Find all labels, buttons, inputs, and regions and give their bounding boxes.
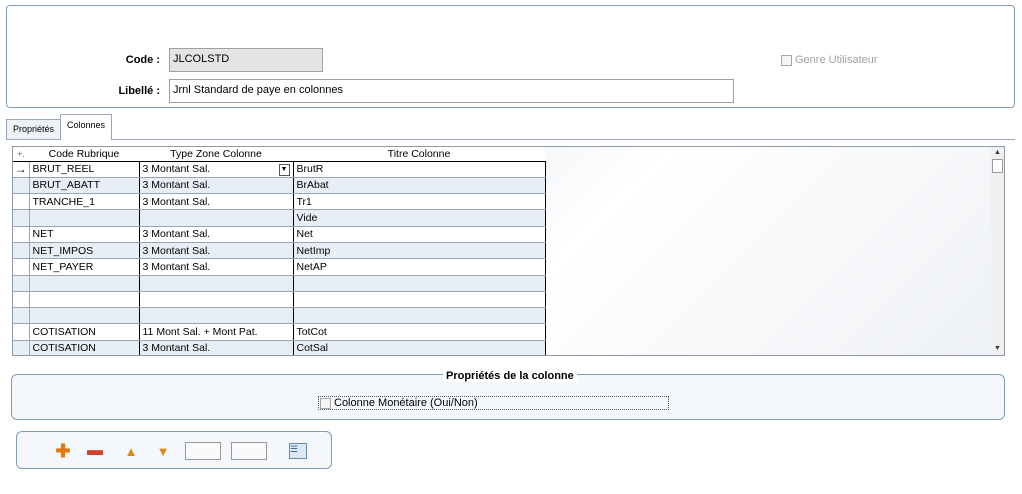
libelle-field[interactable]: Jrnl Standard de paye en colonnes [169,79,734,103]
cell-type[interactable]: 3 Montant Sal. [139,242,294,260]
table-row[interactable]: COTISATION 11 Mont Sal. + Mont Pat. TotC… [13,323,546,341]
cell-type-value: 3 Montant Sal. [142,162,211,175]
scroll-down-icon[interactable]: ▼ [991,343,1004,355]
cell-titre[interactable]: Tr1 [293,193,546,211]
table-row[interactable]: Vide [13,209,546,227]
cell-titre[interactable]: NetImp [293,242,546,260]
cell-code[interactable] [29,209,140,227]
colonne-monetaire-checkbox[interactable]: Colonne Monétaire (Oui/Non) [318,396,669,410]
column-header-code[interactable]: Code Rubrique [29,147,139,162]
cell-titre[interactable] [293,275,546,292]
edit-icon [231,442,267,460]
cell-type[interactable] [139,307,294,325]
libelle-label: Libellé : [118,85,160,97]
cell-titre[interactable]: BrutR [293,161,546,178]
genre-utilisateur-checkbox[interactable]: Genre Utilisateur [781,54,878,66]
row-indicator[interactable] [13,275,30,292]
tab-strip: Propriétés Colonnes [6,114,113,140]
row-indicator[interactable] [13,340,30,355]
cell-type[interactable]: 3 Montant Sal. [139,177,294,195]
cell-type[interactable] [139,209,294,227]
current-row-arrow-icon: → [13,161,30,178]
cell-type[interactable]: 3 Montant Sal. [139,193,294,211]
copy-button[interactable] [185,440,221,462]
cell-titre[interactable] [293,291,546,309]
genre-checkbox-box[interactable] [781,54,792,66]
code-field[interactable]: JLCOLSTD [169,48,323,72]
table-row[interactable]: BRUT_ABATT 3 Montant Sal. BrAbat [13,177,546,195]
row-indicator[interactable] [13,193,30,211]
cell-type[interactable] [139,291,294,309]
table-row[interactable] [13,275,546,292]
cell-type[interactable]: 11 Mont Sal. + Mont Pat. [139,323,294,341]
column-header-type[interactable]: Type Zone Colonne [139,147,293,162]
row-indicator[interactable] [13,242,30,260]
grid-vertical-scrollbar[interactable]: ▲ ▼ [991,147,1004,355]
move-up-icon[interactable]: ▲ [123,440,139,462]
scroll-thumb[interactable] [992,159,1003,173]
cell-code[interactable]: TRANCHE_1 [29,193,140,211]
genre-checkbox-label: Genre Utilisateur [795,54,878,66]
column-header-titre[interactable]: Titre Colonne [293,147,545,162]
cell-code[interactable]: BRUT_ABATT [29,177,140,195]
cell-titre[interactable]: NetAP [293,258,546,276]
table-row[interactable] [13,307,546,325]
monetaire-checkbox-box[interactable] [320,397,331,409]
row-indicator[interactable] [13,323,30,341]
row-indicator[interactable] [13,258,30,276]
row-indicator[interactable] [13,226,30,243]
table-row[interactable] [13,291,546,309]
scroll-up-icon[interactable]: ▲ [991,147,1004,159]
cell-code[interactable]: NET_PAYER [29,258,140,276]
cell-code[interactable] [29,307,140,325]
table-row[interactable]: NET 3 Montant Sal. Net [13,226,546,243]
add-row-icon[interactable]: +. [13,147,29,162]
table-row[interactable]: COTISATION 3 Montant Sal. CotSal [13,340,546,355]
code-label: Code : [125,54,160,66]
copy-icon [185,442,221,460]
cell-titre[interactable]: TotCot [293,323,546,341]
table-row[interactable]: TRANCHE_1 3 Montant Sal. Tr1 [13,193,546,211]
cell-type[interactable]: 3 Montant Sal. ▼ [139,161,294,178]
cell-type[interactable]: 3 Montant Sal. [139,226,294,243]
table-row[interactable]: NET_IMPOS 3 Montant Sal. NetImp [13,242,546,260]
cell-code[interactable]: COTISATION [29,340,140,355]
cell-code[interactable] [29,275,140,292]
cell-type[interactable]: 3 Montant Sal. [139,258,294,276]
cell-titre[interactable] [293,307,546,325]
dropdown-arrow-icon[interactable]: ▼ [278,163,290,176]
table-row[interactable]: → BRUT_REEL 3 Montant Sal. ▼ BrutR [13,161,546,178]
cell-code[interactable]: COTISATION [29,323,140,341]
row-indicator[interactable] [13,209,30,227]
remove-icon[interactable]: ▬ [87,440,103,462]
column-properties-title: Propriétés de la colonne [443,370,577,382]
row-indicator[interactable] [13,177,30,195]
cell-code[interactable]: BRUT_REEL [29,161,140,178]
columns-table: +. Code Rubrique Type Zone Colonne Titre… [13,147,546,355]
table-row[interactable]: NET_PAYER 3 Montant Sal. NetAP [13,258,546,276]
cell-titre[interactable]: CotSal [293,340,546,355]
cell-type[interactable] [139,275,294,292]
list-icon: ☰ [289,443,307,459]
tab-proprietes[interactable]: Propriétés [6,119,62,140]
cell-titre[interactable]: Vide [293,209,546,227]
edit-button[interactable] [231,440,267,462]
add-icon[interactable]: ✚ [55,440,71,462]
cell-code[interactable] [29,291,140,309]
cell-titre[interactable]: BrAbat [293,177,546,195]
cell-type[interactable]: 3 Montant Sal. [139,340,294,355]
cell-code[interactable]: NET [29,226,140,243]
columns-grid[interactable]: +. Code Rubrique Type Zone Colonne Titre… [12,146,1005,356]
tab-colonnes[interactable]: Colonnes [60,114,113,140]
row-indicator[interactable] [13,307,30,325]
monetaire-checkbox-label: Colonne Monétaire (Oui/Non) [334,397,478,409]
row-indicator[interactable] [13,291,30,309]
move-down-icon[interactable]: ▼ [155,440,171,462]
cell-titre[interactable]: Net [293,226,546,243]
table-header-row: +. Code Rubrique Type Zone Colonne Titre… [13,147,545,162]
list-button[interactable]: ☰ [289,440,307,462]
cell-code[interactable]: NET_IMPOS [29,242,140,260]
grid-toolbar: ✚ ▬ ▲ ▼ ☰ [16,431,332,469]
